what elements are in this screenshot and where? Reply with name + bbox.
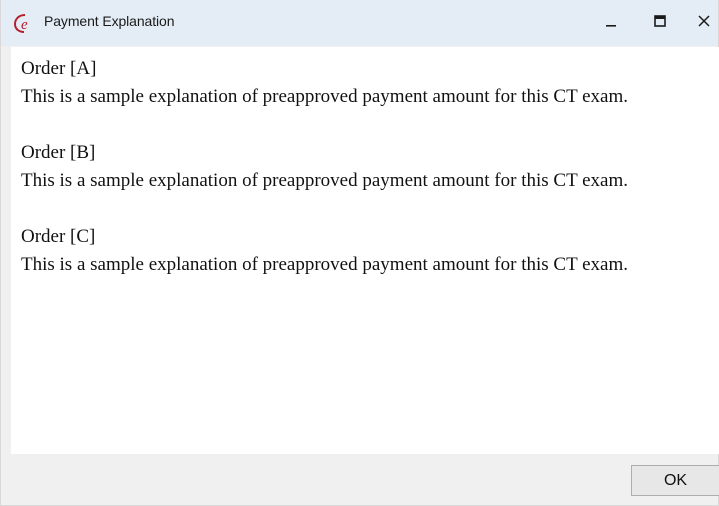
order-block: Order [C] This is a sample explanation o… xyxy=(21,223,719,279)
title-bar[interactable]: e Payment Explanation xyxy=(1,0,718,46)
order-description: This is a sample explanation of preappro… xyxy=(21,254,628,275)
order-description: This is a sample explanation of preappro… xyxy=(21,170,628,191)
payment-explanation-dialog: e Payment Explanation Order [A] This is … xyxy=(0,0,719,506)
close-icon xyxy=(698,14,710,32)
window-title: Payment Explanation xyxy=(44,13,175,29)
order-block: Order [A] This is a sample explanation o… xyxy=(21,55,719,111)
order-title: Order [C] xyxy=(21,226,96,247)
minimize-button[interactable] xyxy=(592,6,630,40)
minimize-icon xyxy=(605,14,617,32)
ok-button[interactable]: OK xyxy=(631,465,719,496)
order-title: Order [B] xyxy=(21,142,96,163)
order-block: Order [B] This is a sample explanation o… xyxy=(21,139,719,195)
close-button[interactable] xyxy=(685,6,719,40)
order-description: This is a sample explanation of preappro… xyxy=(21,86,628,107)
explanation-text: Order [A] This is a sample explanation o… xyxy=(11,47,719,279)
order-title: Order [A] xyxy=(21,58,97,79)
maximize-icon xyxy=(654,14,666,32)
svg-text:e: e xyxy=(21,17,28,33)
maximize-button[interactable] xyxy=(641,6,679,40)
app-logo-icon: e xyxy=(13,12,37,34)
explanation-panel: Order [A] This is a sample explanation o… xyxy=(11,47,719,454)
